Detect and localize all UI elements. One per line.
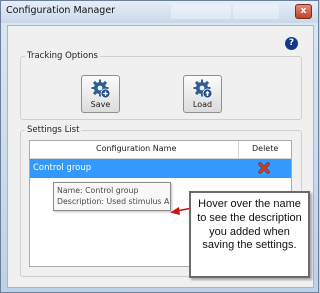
instruction-callout: Hover over the name to see the descripti… <box>189 191 310 278</box>
column-header-delete[interactable]: Delete <box>252 144 278 153</box>
description-tooltip: Name: Control group Description: Used st… <box>53 182 171 211</box>
background-tab <box>233 4 279 19</box>
tracking-options-group: Tracking Options <box>20 51 302 120</box>
tracking-options-legend: Tracking Options <box>27 51 98 61</box>
load-button[interactable]: Load <box>183 75 222 113</box>
gear-upload-icon <box>193 79 213 99</box>
window-title: Configuration Manager <box>6 5 116 16</box>
load-button-label: Load <box>192 100 213 109</box>
help-icon[interactable]: ? <box>285 37 298 50</box>
callout-text: Hover over the name to see the descripti… <box>197 198 302 252</box>
close-icon: x <box>300 6 307 16</box>
title-bar[interactable]: Configuration Manager x <box>1 1 318 23</box>
background-tab <box>171 4 231 19</box>
configuration-manager-window: Configuration Manager x ? Tracking Optio… <box>0 0 319 293</box>
settings-list-legend: Settings List <box>27 125 80 135</box>
tooltip-name: Name: Control group <box>57 186 139 195</box>
close-button[interactable]: x <box>295 4 312 19</box>
table-header: Configuration Name Delete <box>30 141 291 159</box>
column-header-configuration-name[interactable]: Configuration Name <box>96 144 176 153</box>
save-button[interactable]: Save <box>81 75 120 113</box>
configuration-name-cell[interactable]: Control group <box>33 163 91 173</box>
tooltip-description: Description: Used stimulus A <box>57 197 170 206</box>
table-row[interactable]: Control group <box>30 159 291 178</box>
gear-plus-icon <box>91 79 111 99</box>
delete-x-icon[interactable] <box>257 161 271 175</box>
column-divider <box>238 141 239 158</box>
save-button-label: Save <box>90 100 111 109</box>
